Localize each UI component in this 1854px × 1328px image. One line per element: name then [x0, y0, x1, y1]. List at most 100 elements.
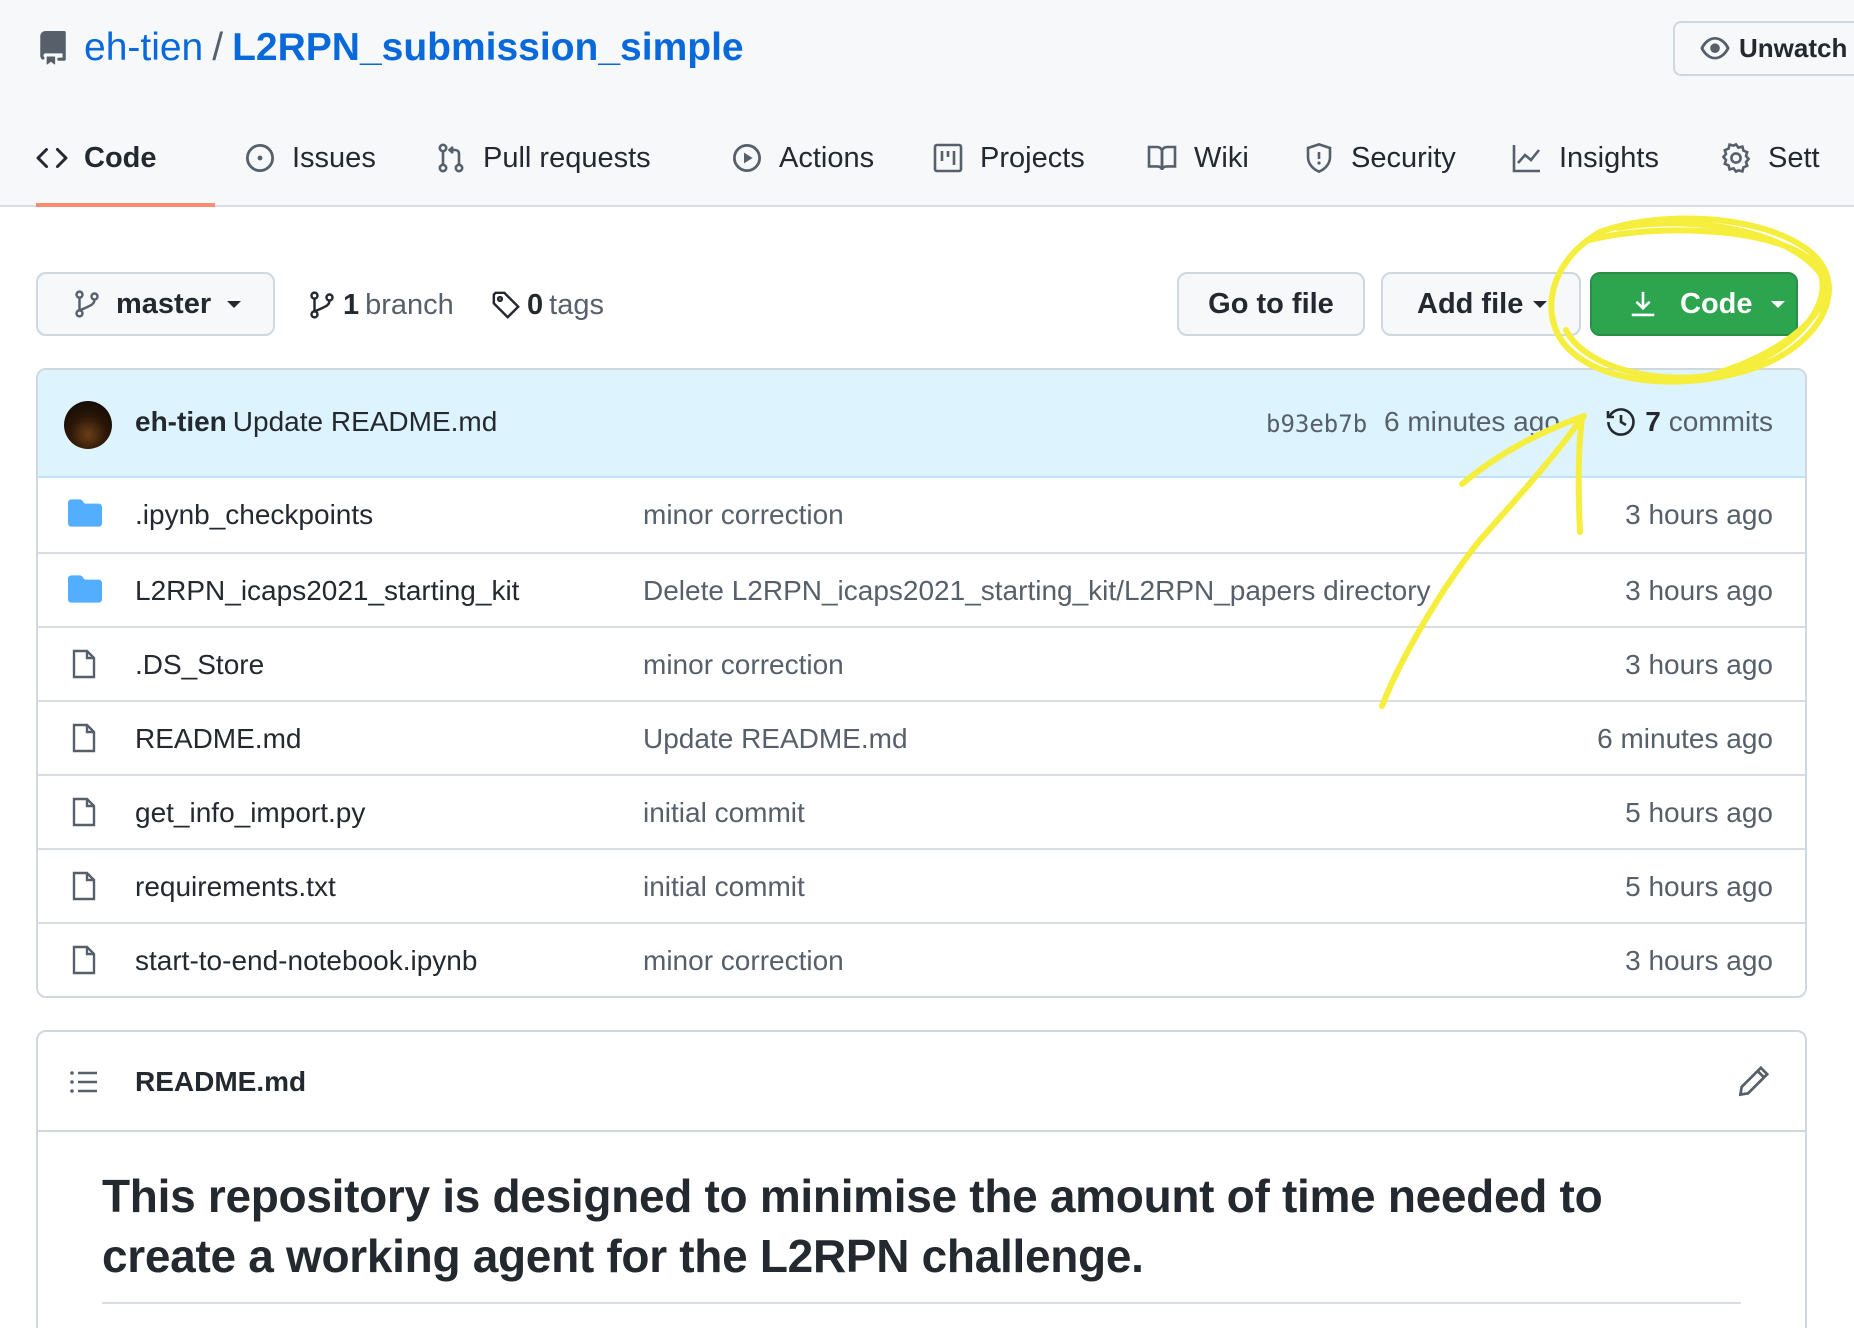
tab-code-label: Code [84, 142, 157, 174]
file-icon [68, 648, 102, 680]
avatar[interactable] [64, 401, 112, 449]
file-name-link[interactable]: start-to-end-notebook.ipynb [135, 945, 477, 977]
add-file-label: Add file [1417, 287, 1524, 320]
tab-projects-label: Projects [980, 142, 1085, 174]
play-icon [731, 142, 763, 174]
tab-insights-label: Insights [1559, 142, 1659, 174]
file-commit-message-link[interactable]: Update README.md [643, 723, 908, 755]
history-icon [1605, 406, 1637, 438]
file-name-link[interactable]: requirements.txt [135, 871, 336, 903]
latest-commit-message: eh-tien Update README.md [135, 406, 497, 438]
tab-pull-requests[interactable]: Pull requests [435, 120, 675, 207]
commit-message-link[interactable]: Update README.md [233, 406, 498, 437]
repo-icon [36, 31, 70, 65]
branch-count: 1 [343, 288, 360, 321]
issue-icon [244, 142, 276, 174]
commit-count: 7 [1645, 406, 1661, 437]
readme-header: README.md [38, 1032, 1805, 1132]
tab-actions[interactable]: Actions [731, 120, 877, 207]
pull-request-icon [435, 142, 467, 174]
pencil-icon[interactable] [1737, 1064, 1771, 1098]
folder-icon [68, 574, 102, 606]
readme-heading: This repository is designed to minimise … [102, 1166, 1741, 1304]
tab-wiki-label: Wiki [1194, 142, 1249, 174]
list-icon[interactable] [68, 1066, 100, 1098]
tab-security[interactable]: Security [1303, 120, 1456, 207]
add-file-button[interactable]: Add file [1381, 272, 1581, 336]
file-age: 3 hours ago [1625, 649, 1773, 680]
commit-sha-link[interactable]: b93eb7b [1266, 410, 1367, 438]
tags-link[interactable]: 0 tags [491, 283, 604, 327]
table-row[interactable]: L2RPN_icaps2021_starting_kit Delete L2RPN… [38, 552, 1805, 626]
code-icon [36, 142, 68, 174]
unwatch-button[interactable]: Unwatch [1673, 21, 1854, 76]
tab-wiki[interactable]: Wiki [1146, 120, 1249, 207]
chevron-down-icon [1770, 300, 1785, 308]
repo-path-separator: / [212, 26, 224, 69]
readme-box: README.md This repository is designed to… [36, 1030, 1807, 1328]
code-download-button[interactable]: Code [1590, 272, 1798, 336]
readme-title[interactable]: README.md [135, 1066, 306, 1098]
tab-projects[interactable]: Projects [932, 120, 1090, 207]
commits-label: commits [1668, 406, 1773, 437]
file-icon [68, 796, 102, 828]
chevron-down-icon [227, 300, 242, 308]
file-commit-message-link[interactable]: minor correction [643, 649, 844, 681]
file-name-link[interactable]: .ipynb_checkpoints [135, 499, 373, 531]
file-commit-message-link[interactable]: initial commit [643, 871, 805, 903]
file-name-link[interactable]: get_info_import.py [135, 797, 365, 829]
file-commit-message-link[interactable]: minor correction [643, 499, 844, 531]
file-age: 3 hours ago [1625, 575, 1773, 606]
tab-issues[interactable]: Issues [244, 120, 404, 207]
tag-icon [491, 290, 521, 320]
file-age: 6 minutes ago [1597, 723, 1773, 754]
tab-code[interactable]: Code [36, 120, 215, 207]
file-icon [68, 944, 102, 976]
file-icon [68, 722, 102, 754]
commit-author-link[interactable]: eh-tien [135, 406, 227, 437]
branch-select-button[interactable]: master [36, 272, 275, 336]
repo-header: eh-tien / L2RPN_submission_simple Unwatc… [0, 0, 1854, 207]
latest-commit-bar: eh-tien Update README.md b93eb7b 6 minute… [38, 370, 1805, 478]
tab-pull-requests-label: Pull requests [483, 142, 651, 174]
tab-settings[interactable]: Sett [1720, 120, 1820, 207]
file-name-link[interactable]: README.md [135, 723, 301, 755]
branch-select-label: master [116, 287, 212, 320]
table-row[interactable]: get_info_import.py initial commit 5 hours … [38, 774, 1805, 848]
go-to-file-button[interactable]: Go to file [1177, 272, 1365, 336]
file-commit-message-link[interactable]: minor correction [643, 945, 844, 977]
file-age: 5 hours ago [1625, 871, 1773, 902]
graph-icon [1511, 142, 1543, 174]
tab-security-label: Security [1351, 142, 1456, 174]
table-row[interactable]: README.md Update README.md 6 minutes ago [38, 700, 1805, 774]
file-list: eh-tien Update README.md b93eb7b 6 minute… [36, 368, 1807, 998]
file-name-link[interactable]: .DS_Store [135, 649, 264, 681]
project-icon [932, 142, 964, 174]
file-icon [68, 870, 102, 902]
unwatch-label: Unwatch [1739, 33, 1848, 63]
file-age: 5 hours ago [1625, 797, 1773, 828]
table-row[interactable]: .DS_Store minor correction 3 hours ago [38, 626, 1805, 700]
repo-tabs: Code Issues Pull requests Actions Projec… [36, 120, 1820, 207]
book-icon [1146, 142, 1178, 174]
readme-content: This repository is designed to minimise … [38, 1132, 1805, 1304]
commits-link[interactable]: 7 commits [1605, 406, 1773, 438]
table-row[interactable]: .ipynb_checkpoints minor correction 3 hour… [38, 478, 1805, 552]
shield-icon [1303, 142, 1335, 174]
table-row[interactable]: start-to-end-notebook.ipynb minor correct… [38, 922, 1805, 996]
file-commit-message-link[interactable]: Delete L2RPN_icaps2021_starting_kit/L2RP… [643, 575, 1431, 607]
file-name-link[interactable]: L2RPN_icaps2021_starting_kit [135, 575, 519, 607]
file-age: 3 hours ago [1625, 499, 1773, 530]
table-row[interactable]: requirements.txt initial commit 5 hours ag… [38, 848, 1805, 922]
branch-icon [307, 290, 337, 320]
file-commit-message-link[interactable]: initial commit [643, 797, 805, 829]
repo-owner-link[interactable]: eh-tien [84, 26, 203, 70]
folder-icon [68, 498, 102, 530]
tab-insights[interactable]: Insights [1511, 120, 1663, 207]
repo-name-link[interactable]: L2RPN_submission_simple [232, 26, 744, 70]
branches-link[interactable]: 1 branch [307, 283, 454, 327]
tab-settings-label: Sett [1768, 142, 1820, 174]
download-icon [1628, 289, 1658, 319]
branch-icon [72, 289, 102, 319]
chevron-down-icon [1533, 300, 1548, 308]
